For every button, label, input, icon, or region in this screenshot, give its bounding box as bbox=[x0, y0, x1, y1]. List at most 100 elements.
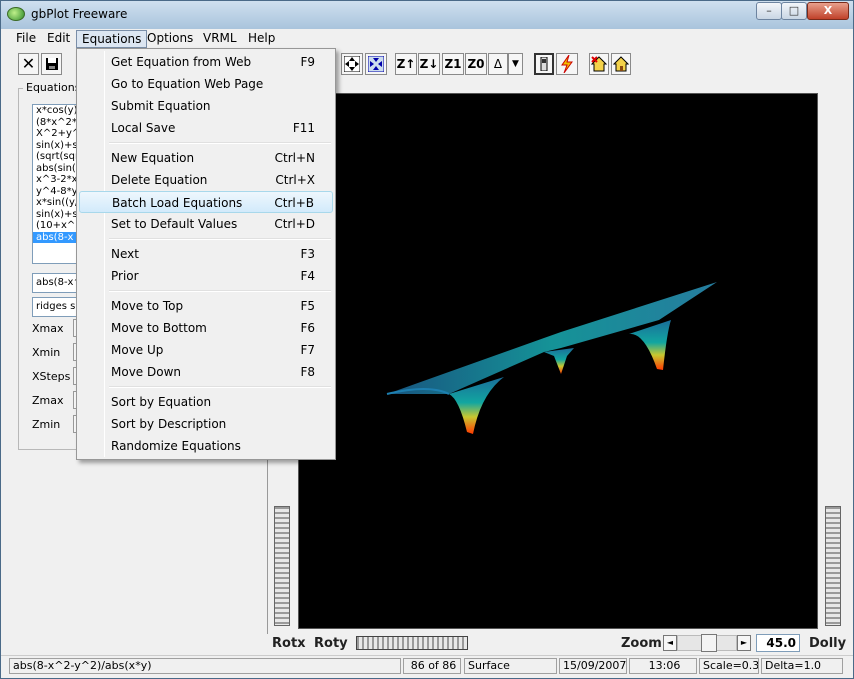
menu-item-shortcut: F4 bbox=[300, 269, 315, 283]
bar-toggle-icon[interactable] bbox=[534, 53, 554, 75]
home-icon[interactable] bbox=[611, 53, 631, 75]
lightning-icon[interactable] bbox=[556, 53, 578, 75]
plot-canvas[interactable] bbox=[298, 93, 818, 629]
home-delete-icon[interactable] bbox=[589, 53, 609, 75]
delta-dropdown-arrow-icon[interactable]: ▼ bbox=[508, 53, 523, 75]
menu-item-prior[interactable]: Prior F4 bbox=[79, 265, 333, 287]
menu-item-label: Set to Default Values bbox=[111, 217, 238, 231]
menu-equations[interactable]: Equations bbox=[76, 30, 148, 48]
status-count: 86 of 86 bbox=[403, 658, 461, 674]
menu-item-label: Go to Equation Web Page bbox=[111, 77, 264, 91]
roty-label: Roty bbox=[314, 636, 348, 651]
menu-item-next[interactable]: Next F3 bbox=[79, 243, 333, 265]
rotx-vertical-slider[interactable] bbox=[274, 506, 290, 626]
expand-icon[interactable] bbox=[341, 53, 363, 75]
menu-item-shortcut: F9 bbox=[300, 55, 315, 69]
menu-separator bbox=[109, 386, 331, 388]
menu-item-move-up[interactable]: Move Up F7 bbox=[79, 339, 333, 361]
status-equation: abs(8-x^2-y^2)/abs(x*y) bbox=[9, 658, 401, 674]
dolly-vertical-slider[interactable] bbox=[825, 506, 841, 626]
xmin-label: Xmin bbox=[32, 346, 61, 359]
surface-plot-graphic bbox=[386, 282, 717, 434]
equations-menu-dropdown: Get Equation from Web F9 Go to Equation We… bbox=[76, 48, 336, 460]
status-bar: abs(8-x^2-y^2)/abs(x*y) 86 of 86 Surface… bbox=[1, 655, 853, 678]
roty-slider[interactable] bbox=[356, 636, 468, 650]
app-window: gbPlot Freeware – □ X File Edit Equation… bbox=[0, 0, 854, 679]
zoom-label: Zoom bbox=[621, 636, 662, 651]
window-title: gbPlot Freeware bbox=[31, 7, 128, 21]
menu-item-get-equation-from-web[interactable]: Get Equation from Web F9 bbox=[79, 51, 333, 73]
menu-vrml[interactable]: VRML bbox=[198, 30, 242, 48]
menu-item-local-save[interactable]: Local Save F11 bbox=[79, 117, 333, 139]
rotx-label: Rotx bbox=[272, 636, 306, 651]
menu-item-batch-load-equations[interactable]: Batch Load Equations Ctrl+B bbox=[79, 191, 333, 213]
menu-item-label: Delete Equation bbox=[111, 173, 208, 187]
z-up-label: Z↑ bbox=[396, 57, 416, 71]
save-icon[interactable] bbox=[41, 53, 62, 75]
dolly-label: Dolly bbox=[809, 636, 847, 651]
status-delta: Delta=1.0 bbox=[761, 658, 843, 674]
menu-help[interactable]: Help bbox=[243, 30, 280, 48]
equations-group-label: Equations bbox=[23, 81, 84, 94]
menu-item-delete-equation[interactable]: Delete Equation Ctrl+X bbox=[79, 169, 333, 191]
z-down-button[interactable]: Z↓ bbox=[418, 53, 440, 75]
menu-item-submit-equation[interactable]: Submit Equation bbox=[79, 95, 333, 117]
zoom-value-field[interactable]: 45.0 bbox=[756, 634, 800, 652]
delta-button[interactable]: Δ bbox=[488, 53, 508, 75]
menu-item-shortcut: Ctrl+B bbox=[274, 196, 314, 210]
zoom-left-arrow-icon[interactable]: ◄ bbox=[663, 635, 677, 651]
close-button[interactable]: X bbox=[807, 2, 849, 20]
menu-item-shortcut: F11 bbox=[292, 121, 315, 135]
menu-item-set-to-default-values[interactable]: Set to Default Values Ctrl+D bbox=[79, 213, 333, 235]
menu-item-label: Prior bbox=[111, 269, 139, 283]
menu-item-label: Sort by Equation bbox=[111, 395, 212, 409]
status-date: 15/09/2007 bbox=[559, 658, 627, 674]
zmax-label: Zmax bbox=[32, 394, 64, 407]
menu-item-label: Move Up bbox=[111, 343, 164, 357]
app-logo-icon bbox=[7, 7, 25, 21]
delete-icon[interactable]: ✕ bbox=[18, 53, 39, 75]
menu-options[interactable]: Options bbox=[142, 30, 198, 48]
menu-item-go-to-equation-web-page[interactable]: Go to Equation Web Page bbox=[79, 73, 333, 95]
zoom-right-arrow-icon[interactable]: ► bbox=[737, 635, 751, 651]
menu-separator bbox=[109, 142, 331, 144]
menu-edit[interactable]: Edit bbox=[42, 30, 75, 48]
menu-item-label: New Equation bbox=[111, 151, 195, 165]
menu-item-label: Move to Bottom bbox=[111, 321, 207, 335]
menu-item-shortcut: F8 bbox=[300, 365, 315, 379]
menu-item-label: Submit Equation bbox=[111, 99, 211, 113]
menu-item-shortcut: Ctrl+N bbox=[274, 151, 315, 165]
menu-item-label: Batch Load Equations bbox=[112, 196, 243, 210]
xmax-label: Xmax bbox=[32, 322, 64, 335]
zmin-label: Zmin bbox=[32, 418, 61, 431]
title-bar[interactable]: gbPlot Freeware – □ X bbox=[1, 1, 853, 29]
z-up-button[interactable]: Z↑ bbox=[395, 53, 417, 75]
menu-item-label: Next bbox=[111, 247, 139, 261]
menu-item-move-to-top[interactable]: Move to Top F5 bbox=[79, 295, 333, 317]
z0-button[interactable]: Z0 bbox=[465, 53, 487, 75]
status-mode: Surface bbox=[464, 658, 557, 674]
status-time: 13:06 bbox=[629, 658, 697, 674]
menu-item-randomize-equations[interactable]: Randomize Equations bbox=[79, 435, 333, 457]
menu-item-sort-by-equation[interactable]: Sort by Equation bbox=[79, 391, 333, 413]
z1-button[interactable]: Z1 bbox=[442, 53, 464, 75]
menu-item-label: Randomize Equations bbox=[111, 439, 241, 453]
menu-bar: File Edit Equations Options VRML Help bbox=[1, 29, 853, 49]
menu-item-label: Move to Top bbox=[111, 299, 184, 313]
menu-item-shortcut: Ctrl+X bbox=[275, 173, 315, 187]
menu-item-sort-by-description[interactable]: Sort by Description bbox=[79, 413, 333, 435]
menu-file[interactable]: File bbox=[11, 30, 41, 48]
menu-item-new-equation[interactable]: New Equation Ctrl+N bbox=[79, 147, 333, 169]
menu-separator bbox=[109, 290, 331, 292]
xsteps-label: XSteps bbox=[32, 370, 71, 383]
menu-separator bbox=[109, 238, 331, 240]
menu-item-move-to-bottom[interactable]: Move to Bottom F6 bbox=[79, 317, 333, 339]
zoom-thumb[interactable] bbox=[701, 634, 717, 652]
menu-item-label: Local Save bbox=[111, 121, 176, 135]
contract-icon[interactable] bbox=[365, 53, 387, 75]
minimize-button[interactable]: – bbox=[756, 2, 782, 20]
maximize-button[interactable]: □ bbox=[781, 2, 807, 20]
menu-item-move-down[interactable]: Move Down F8 bbox=[79, 361, 333, 383]
menu-item-shortcut: F7 bbox=[300, 343, 315, 357]
z-down-label: Z↓ bbox=[419, 57, 439, 71]
